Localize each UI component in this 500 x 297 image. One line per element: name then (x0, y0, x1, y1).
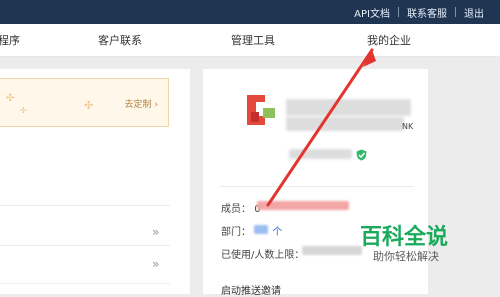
watermark-subtitle: 助你轻松解决 (373, 250, 439, 263)
watermark-title: 百科全说 (360, 225, 449, 250)
watermark: 百科全说 助你轻松解决 (360, 219, 460, 269)
